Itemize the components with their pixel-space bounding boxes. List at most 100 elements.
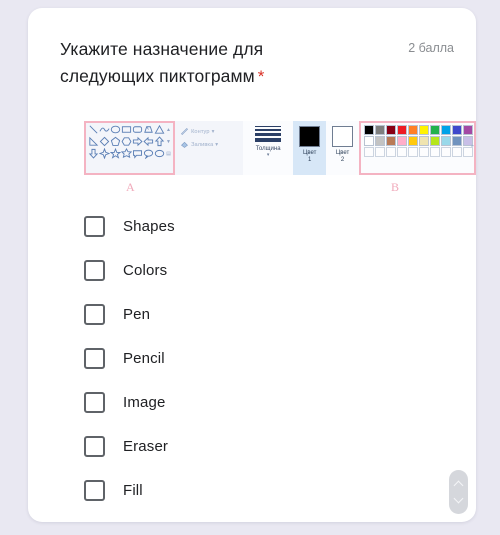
custom-color-slot[interactable] [407, 147, 418, 157]
palette-swatch[interactable] [418, 136, 429, 146]
thickness-group[interactable]: Толщина ▾ [243, 121, 294, 175]
color1-label: Цвет [302, 150, 317, 156]
checkbox-pen[interactable] [84, 303, 105, 325]
checkbox-fill[interactable] [84, 479, 105, 501]
thickness-caret[interactable]: ▾ [256, 152, 281, 158]
checkbox-shapes[interactable] [84, 215, 105, 237]
color2-swatch[interactable] [332, 126, 354, 147]
outline-icon [181, 127, 189, 136]
embedded-paint-toolbar-image: ▲ ▼ ▤ Контур ▾ Заливка ▾ Толщина ▾ Цвет … [56, 112, 476, 204]
palette-swatch[interactable] [396, 125, 407, 135]
palette-swatch[interactable] [363, 125, 374, 135]
option-row[interactable]: Image [56, 380, 456, 424]
up-arrow-shape-icon[interactable] [154, 136, 165, 147]
shapes-gallery: ▲ ▼ ▤ [88, 124, 173, 159]
color-palette [363, 125, 473, 157]
option-row[interactable]: Shapes [56, 204, 456, 248]
right-arrow-shape-icon[interactable] [132, 136, 143, 147]
checkbox-eraser[interactable] [84, 435, 105, 457]
rounded-rectangle-shape-icon[interactable] [132, 124, 143, 135]
scroll-control[interactable] [449, 470, 468, 514]
color2-button[interactable]: Цвет 2 [326, 121, 359, 175]
custom-color-slot[interactable] [374, 147, 385, 157]
custom-color-slot[interactable] [363, 147, 374, 157]
palette-swatch[interactable] [374, 125, 385, 135]
left-arrow-shape-icon[interactable] [143, 136, 154, 147]
palette-swatch[interactable] [451, 125, 462, 135]
custom-color-slot[interactable] [440, 147, 451, 157]
polygon-shape-icon[interactable] [143, 124, 154, 135]
palette-swatch[interactable] [385, 125, 396, 135]
outline-dropdown-caret[interactable]: ▾ [212, 129, 215, 135]
cloud-callout-shape-icon[interactable] [154, 148, 165, 159]
pentagon-shape-icon[interactable] [110, 136, 121, 147]
option-row[interactable]: Eraser [56, 424, 456, 468]
palette-swatch[interactable] [440, 125, 451, 135]
palette-swatch[interactable] [385, 136, 396, 146]
oval-shape-icon[interactable] [110, 124, 121, 135]
curve-shape-icon[interactable] [99, 124, 110, 135]
line-shape-icon[interactable] [88, 124, 99, 135]
checkbox-image[interactable] [84, 391, 105, 413]
gallery-scroll-down-arrow[interactable]: ▼ [165, 138, 172, 146]
gallery-scroll-up-arrow[interactable]: ▲ [165, 126, 172, 134]
fill-label: Заливка [191, 141, 214, 148]
edit-colors-marker[interactable]: ▸ [471, 143, 474, 149]
option-label: Shapes [123, 217, 175, 235]
custom-color-slot[interactable] [385, 147, 396, 157]
page-root: Укажите назначение для следующих пиктогр… [0, 0, 500, 535]
hexagon-shape-icon[interactable] [121, 136, 132, 147]
color1-swatch[interactable] [299, 126, 321, 147]
question-header: Укажите назначение для следующих пиктогр… [60, 36, 454, 90]
checkbox-colors[interactable] [84, 259, 105, 281]
fill-bucket-icon [181, 141, 189, 148]
custom-color-slot[interactable] [396, 147, 407, 157]
palette-swatch[interactable] [374, 136, 385, 146]
custom-color-slot[interactable] [429, 147, 440, 157]
right-triangle-shape-icon[interactable] [88, 136, 99, 147]
fill-dropdown-caret[interactable]: ▾ [215, 142, 218, 148]
option-row[interactable]: Pen [56, 292, 456, 336]
diamond-shape-icon[interactable] [99, 136, 110, 147]
palette-swatch[interactable] [407, 125, 418, 135]
option-label: Colors [123, 261, 168, 279]
chevron-down-icon[interactable] [453, 493, 464, 504]
oval-callout-shape-icon[interactable] [143, 148, 154, 159]
palette-swatch[interactable] [440, 136, 451, 146]
custom-color-slot[interactable] [418, 147, 429, 157]
four-point-star-shape-icon[interactable] [99, 148, 110, 159]
shapes-row-2: ▼ [88, 136, 173, 147]
rectangle-shape-icon[interactable] [121, 124, 132, 135]
paint-ribbon: ▲ ▼ ▤ Контур ▾ Заливка ▾ Толщина ▾ Цвет … [84, 121, 476, 175]
palette-swatch[interactable] [407, 136, 418, 146]
palette-swatch[interactable] [462, 125, 473, 135]
question-title-line1: Укажите назначение для [60, 39, 264, 59]
option-row[interactable]: Pencil [56, 336, 456, 380]
six-point-star-shape-icon[interactable] [121, 148, 132, 159]
palette-swatch[interactable] [396, 136, 407, 146]
fill-button[interactable]: Заливка ▾ [180, 140, 240, 149]
palette-swatch[interactable] [429, 125, 440, 135]
option-label: Image [123, 393, 166, 411]
outline-button[interactable]: Контур ▾ [180, 127, 240, 136]
triangle-shape-icon[interactable] [154, 124, 165, 135]
custom-color-slot[interactable] [451, 147, 462, 157]
palette-swatch[interactable] [451, 136, 462, 146]
palette-swatch[interactable] [429, 136, 440, 146]
five-point-star-shape-icon[interactable] [110, 148, 121, 159]
rounded-callout-shape-icon[interactable] [132, 148, 143, 159]
chevron-up-icon[interactable] [453, 480, 464, 491]
option-row[interactable]: Colors [56, 248, 456, 292]
palette-swatch[interactable] [418, 125, 429, 135]
palette-row-custom [363, 147, 473, 157]
gallery-expand-arrow[interactable]: ▤ [165, 150, 172, 158]
down-arrow-shape-icon[interactable] [88, 148, 99, 159]
palette-swatch[interactable] [363, 136, 374, 146]
shapes-gallery-group: ▲ ▼ ▤ [84, 121, 176, 175]
outline-label: Контур [191, 128, 210, 135]
question-score: 2 балла [408, 41, 454, 55]
option-row[interactable]: Fill [56, 468, 456, 512]
color1-button[interactable]: Цвет 1 [293, 121, 327, 175]
options-list: Shapes Colors Pen Pencil Image Eraser Fill [56, 204, 456, 512]
checkbox-pencil[interactable] [84, 347, 105, 369]
